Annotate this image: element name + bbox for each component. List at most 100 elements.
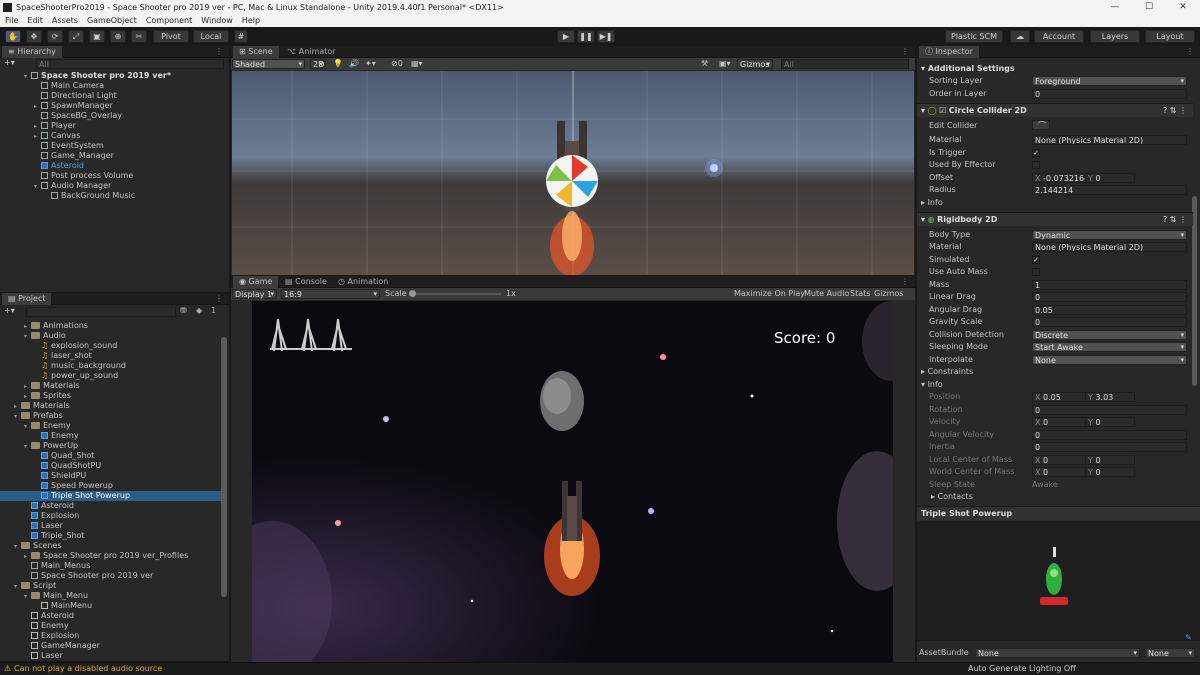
tools-icon[interactable]: ⚒	[701, 59, 708, 68]
hierarchy-item[interactable]: SpaceBG_Overlay	[34, 111, 122, 121]
circle-collider-header[interactable]: ▾ ◯ ☑ Circle Collider 2D? ⇅ ⋮	[917, 103, 1193, 117]
radius-input[interactable]: 2.144214	[1032, 185, 1187, 195]
rb-info-foldout[interactable]: ▾ Info	[921, 379, 943, 391]
gravity-scale-input[interactable]: 0	[1032, 317, 1187, 327]
scale-tool-icon[interactable]: ⤢	[68, 30, 84, 43]
project-item[interactable]: Quad_Shot	[34, 451, 95, 461]
used-by-effector-checkbox[interactable]	[1032, 161, 1040, 169]
info-local-com-y[interactable]: Y 0	[1085, 455, 1135, 465]
angular-drag-input[interactable]: 0.05	[1032, 305, 1187, 315]
expand-arrow-icon[interactable]: ▾	[24, 422, 31, 432]
hierarchy-item[interactable]: Main Camera	[34, 81, 104, 91]
expand-arrow-icon[interactable]: ▾	[14, 542, 21, 552]
project-item[interactable]: ▸ Animations	[24, 321, 88, 331]
project-item[interactable]: ShieldPU	[34, 471, 86, 481]
transform-tool-icon[interactable]: ⊕	[110, 30, 126, 43]
pause-button[interactable]: ❚❚	[577, 30, 595, 43]
local-toggle[interactable]: Local	[193, 30, 229, 43]
info-world-com-y[interactable]: Y 0	[1085, 467, 1135, 477]
rotate-tool-icon[interactable]: ⟳	[47, 30, 63, 43]
play-button[interactable]: ▶	[557, 30, 575, 43]
panel-menu-icon[interactable]: ⋮	[901, 277, 909, 286]
game-viewport[interactable]: Score: 0	[252, 301, 893, 662]
menu-component[interactable]: Component	[146, 15, 192, 27]
expand-arrow-icon[interactable]: ▾	[34, 182, 41, 192]
info-angular-velocity-value[interactable]: 0	[1032, 430, 1187, 440]
hierarchy-item[interactable]: Post process Volume	[34, 171, 133, 181]
expand-arrow-icon[interactable]: ▾	[14, 412, 21, 422]
tab-hierarchy[interactable]: ≡ Hierarchy	[2, 46, 62, 58]
project-item[interactable]: Main_Menus	[24, 561, 90, 571]
maximize-button[interactable]: ☐	[1132, 0, 1166, 15]
plastic-scm-button[interactable]: Plastic SCM	[945, 30, 1003, 43]
project-item[interactable]: Enemy	[24, 621, 69, 631]
menu-help[interactable]: Help	[242, 15, 260, 27]
hierarchy-search-input[interactable]: All	[36, 59, 224, 69]
auto-lighting-status[interactable]: Auto Generate Lighting Off	[968, 664, 1076, 673]
scale-slider-handle[interactable]	[409, 290, 416, 297]
hidden-objects-toggle[interactable]: ⊘0	[391, 59, 403, 68]
hierarchy-item[interactable]: Asteroid	[34, 161, 84, 171]
edit-collider-button[interactable]: ⌒	[1032, 120, 1050, 130]
tab-game[interactable]: ◉ Game	[233, 276, 279, 288]
expand-arrow-icon[interactable]: ▾	[24, 332, 31, 342]
audio-toggle-icon[interactable]: 🔊	[349, 59, 359, 68]
info-position-y[interactable]: Y 3.03	[1085, 392, 1135, 402]
close-button[interactable]: ✕	[1166, 0, 1200, 15]
project-item[interactable]: Explosion	[24, 631, 79, 641]
project-item[interactable]: ▾ PowerUp	[24, 441, 78, 451]
project-item[interactable]: ▾ Script	[14, 581, 56, 591]
mute-audio-toggle[interactable]: Mute Audio	[804, 289, 849, 298]
project-item[interactable]: Explosion	[24, 511, 79, 521]
assetbundle-variant-dropdown[interactable]: None	[1145, 648, 1195, 658]
project-item[interactable]: ▸ Sprites	[24, 391, 71, 401]
menu-gameobject[interactable]: GameObject	[87, 15, 137, 27]
info-velocity-y[interactable]: Y 0	[1085, 417, 1135, 427]
circle-collider-enabled[interactable]: ☑	[939, 106, 946, 115]
use-auto-mass-checkbox[interactable]	[1032, 268, 1040, 276]
scale-slider[interactable]	[409, 290, 501, 297]
project-item[interactable]: ▸ Space Shooter pro 2019 ver_Profiles	[24, 551, 188, 561]
project-item[interactable]: Triple Shot Powerup	[0, 491, 221, 501]
menu-assets[interactable]: Assets	[52, 15, 78, 27]
project-item[interactable]: ♫ power_up_sound	[34, 371, 118, 381]
hierarchy-item[interactable]: ▸ Canvas	[34, 131, 80, 141]
layers-dropdown[interactable]: Layers	[1090, 30, 1140, 43]
menu-file[interactable]: File	[5, 15, 18, 27]
panel-menu-icon[interactable]: ⋮	[901, 47, 909, 56]
order-in-layer-input[interactable]: 0	[1032, 89, 1187, 99]
collider-material-field[interactable]: None (Physics Material 2D)	[1032, 135, 1187, 145]
menu-window[interactable]: Window	[201, 15, 233, 27]
project-item[interactable]: ▾ Prefabs	[14, 411, 63, 421]
project-item[interactable]: Laser	[24, 651, 63, 661]
cloud-icon[interactable]: ☁	[1010, 30, 1030, 43]
custom-tool-icon[interactable]: ✂	[131, 30, 147, 43]
step-button[interactable]: ▶❚	[597, 30, 615, 43]
info-inertia-value[interactable]: 0	[1032, 442, 1187, 452]
rect-tool-icon[interactable]: ▣	[89, 30, 105, 43]
sleeping-mode-dropdown[interactable]: Start Awake	[1032, 342, 1187, 352]
tab-scene[interactable]: ⊞ Scene	[233, 46, 279, 58]
panel-menu-icon[interactable]: ⋮	[1186, 47, 1194, 56]
hierarchy-item[interactable]: EventSystem	[34, 141, 104, 151]
project-item[interactable]: Asteroid	[24, 501, 74, 511]
rigidbody-header[interactable]: ▾ ◍ Rigidbody 2D? ⇅ ⋮	[917, 212, 1193, 226]
project-item[interactable]: ♫ music_background	[34, 361, 126, 371]
project-scrollbar[interactable]	[221, 337, 227, 597]
account-dropdown[interactable]: Account	[1034, 30, 1084, 43]
stats-toggle[interactable]: Stats	[850, 289, 870, 298]
hierarchy-scene-row[interactable]: ▾ Space Shooter pro 2019 ver*	[24, 71, 171, 81]
project-item[interactable]: ▾ Enemy	[24, 421, 71, 431]
info-rotation-value[interactable]: 0	[1032, 405, 1187, 415]
scene-viewport[interactable]	[232, 71, 914, 275]
project-item[interactable]: Enemy	[34, 431, 79, 441]
toggle-2d-button[interactable]: 2D	[310, 59, 326, 69]
tab-project[interactable]: ▤ Project	[2, 293, 52, 305]
filter-type-icon[interactable]: ⛃	[180, 306, 187, 315]
gizmos-dropdown[interactable]: Gizmos	[737, 59, 773, 69]
layout-dropdown[interactable]: Layout	[1145, 30, 1195, 43]
hierarchy-item[interactable]: ▸ SpawnManager	[34, 101, 113, 111]
project-item[interactable]: QuadShotPU	[34, 461, 101, 471]
constraints-foldout[interactable]: ▸ Constraints	[921, 366, 973, 378]
aspect-dropdown[interactable]: 16:9	[281, 289, 380, 299]
